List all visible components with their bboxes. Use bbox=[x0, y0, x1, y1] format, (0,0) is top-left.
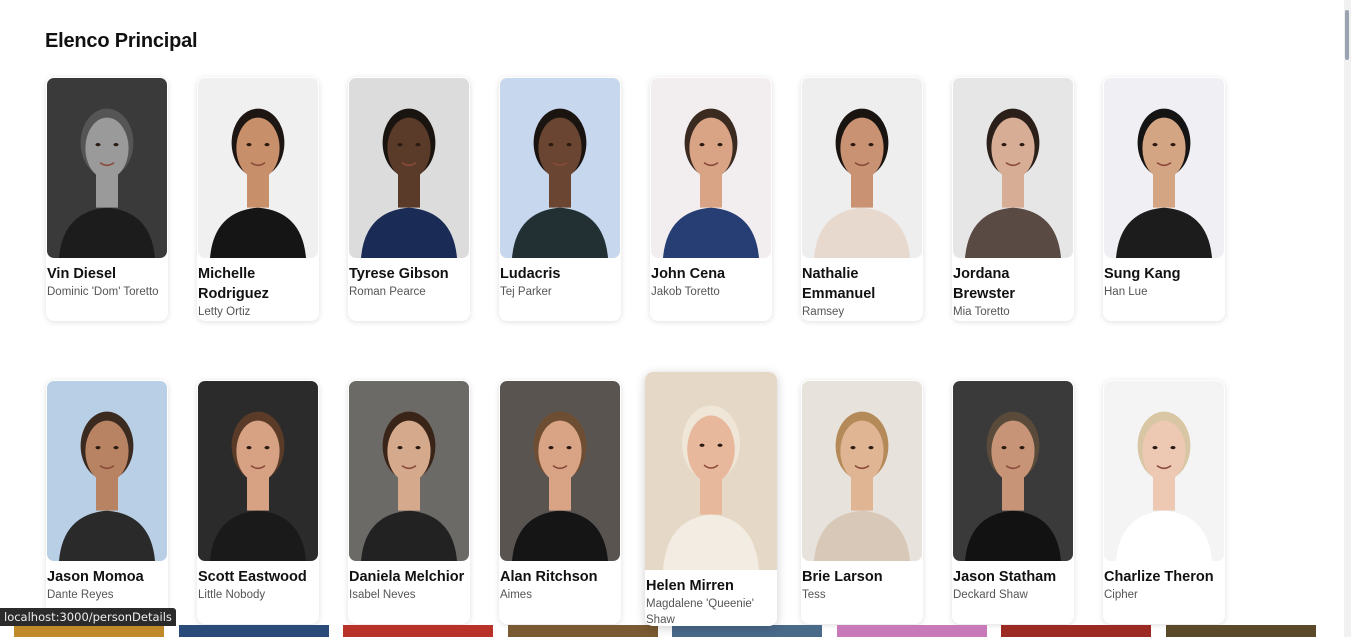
actor-name[interactable]: Daniela Melchior bbox=[348, 561, 470, 587]
cast-photo[interactable] bbox=[1104, 381, 1224, 561]
cast-photo[interactable] bbox=[1104, 78, 1224, 258]
character-name: Deckard Shaw bbox=[953, 589, 1028, 601]
portrait-photo bbox=[198, 78, 318, 258]
character-name: Tess bbox=[802, 589, 826, 601]
cast-card[interactable]: Sung Kang Han Lue bbox=[1103, 77, 1225, 321]
character-name: Mia Toretto bbox=[953, 306, 1010, 318]
portrait-photo bbox=[349, 78, 469, 258]
portrait-photo bbox=[500, 381, 620, 561]
character-name: Han Lue bbox=[1104, 286, 1148, 298]
cast-card[interactable]: Helen Mirren Magdalene 'Queenie' Shaw bbox=[645, 372, 777, 626]
portrait-photo bbox=[1104, 381, 1224, 561]
portrait-photo bbox=[645, 372, 777, 570]
cast-photo[interactable] bbox=[47, 78, 167, 258]
actor-name[interactable]: Nathalie Emmanuel bbox=[801, 258, 923, 304]
actor-name[interactable]: Jason Statham bbox=[952, 561, 1074, 587]
character-name: Isabel Neves bbox=[349, 589, 416, 601]
portrait-photo bbox=[953, 78, 1073, 258]
movie-thumbnail-strip bbox=[0, 625, 1351, 637]
scrollbar-handle[interactable] bbox=[1345, 10, 1349, 60]
status-bar-url: localhost:3000/personDetails bbox=[0, 608, 176, 626]
character-name: Jakob Toretto bbox=[651, 286, 720, 298]
cast-card[interactable]: Scott Eastwood Little Nobody bbox=[197, 380, 319, 624]
cast-card[interactable]: Jason Momoa Dante Reyes bbox=[46, 380, 168, 624]
movie-thumbnail[interactable] bbox=[1001, 625, 1151, 637]
character-name: Letty Ortiz bbox=[198, 306, 251, 318]
character-name: Little Nobody bbox=[198, 589, 266, 601]
movie-thumbnail[interactable] bbox=[507, 625, 658, 637]
movie-thumbnail[interactable] bbox=[672, 625, 822, 637]
section-title: Elenco Principal bbox=[45, 30, 198, 52]
cast-card[interactable]: Daniela Melchior Isabel Neves bbox=[348, 380, 470, 624]
character-name: Tej Parker bbox=[500, 286, 552, 298]
cast-photo[interactable] bbox=[500, 78, 620, 258]
portrait-photo bbox=[47, 381, 167, 561]
portrait-photo bbox=[500, 78, 620, 258]
actor-name[interactable]: Jordana Brewster bbox=[952, 258, 1074, 304]
portrait-photo bbox=[349, 381, 469, 561]
actor-name[interactable]: Tyrese Gibson bbox=[348, 258, 470, 284]
movie-thumbnail[interactable] bbox=[343, 625, 493, 637]
cast-photo[interactable] bbox=[802, 78, 922, 258]
actor-name[interactable]: Ludacris bbox=[499, 258, 621, 284]
cast-photo[interactable] bbox=[349, 381, 469, 561]
cast-card[interactable]: Tyrese Gibson Roman Pearce bbox=[348, 77, 470, 321]
character-name: Cipher bbox=[1104, 589, 1138, 601]
cast-card[interactable]: Jordana Brewster Mia Toretto bbox=[952, 77, 1074, 321]
character-name: Dante Reyes bbox=[47, 589, 114, 601]
cast-card[interactable]: Jason Statham Deckard Shaw bbox=[952, 380, 1074, 624]
cast-photo[interactable] bbox=[651, 78, 771, 258]
actor-name[interactable]: Scott Eastwood bbox=[197, 561, 319, 587]
character-name: Magdalene 'Queenie' Shaw bbox=[646, 598, 754, 626]
actor-name[interactable]: Michelle Rodriguez bbox=[197, 258, 319, 304]
cast-row-2: Jason Momoa Dante Reyes Scott Eastwood L… bbox=[46, 372, 1254, 626]
portrait-photo bbox=[953, 381, 1073, 561]
actor-name[interactable]: Jason Momoa bbox=[46, 561, 168, 587]
cast-photo[interactable] bbox=[500, 381, 620, 561]
character-name: Roman Pearce bbox=[349, 286, 426, 298]
actor-name[interactable]: Sung Kang bbox=[1103, 258, 1225, 284]
actor-name[interactable]: Vin Diesel bbox=[46, 258, 168, 284]
character-name: Dominic 'Dom' Toretto bbox=[47, 286, 159, 298]
movie-thumbnail[interactable] bbox=[178, 625, 329, 637]
cast-row-1: Vin Diesel Dominic 'Dom' Toretto Michell… bbox=[46, 77, 1254, 321]
cast-card[interactable]: Brie Larson Tess bbox=[801, 380, 923, 624]
movie-thumbnail[interactable] bbox=[1165, 625, 1316, 637]
character-name: Ramsey bbox=[802, 306, 845, 318]
portrait-photo bbox=[802, 78, 922, 258]
cast-photo[interactable] bbox=[349, 78, 469, 258]
cast-photo[interactable] bbox=[198, 78, 318, 258]
cast-card[interactable]: Charlize Theron Cipher bbox=[1103, 380, 1225, 624]
portrait-photo bbox=[651, 78, 771, 258]
actor-name[interactable]: Charlize Theron bbox=[1103, 561, 1225, 587]
cast-photo[interactable] bbox=[953, 381, 1073, 561]
portrait-photo bbox=[1104, 78, 1224, 258]
cast-card[interactable]: Nathalie Emmanuel Ramsey bbox=[801, 77, 923, 321]
cast-card[interactable]: Michelle Rodriguez Letty Ortiz bbox=[197, 77, 319, 321]
cast-photo[interactable] bbox=[953, 78, 1073, 258]
portrait-photo bbox=[47, 78, 167, 258]
cast-card[interactable]: John Cena Jakob Toretto bbox=[650, 77, 772, 321]
cast-photo[interactable] bbox=[802, 381, 922, 561]
character-name: Aimes bbox=[500, 589, 532, 601]
movie-thumbnail[interactable] bbox=[14, 625, 164, 637]
actor-name[interactable]: Helen Mirren bbox=[645, 570, 777, 596]
movie-thumbnail[interactable] bbox=[836, 625, 987, 637]
page-scrollbar[interactable] bbox=[1344, 0, 1351, 637]
actor-name[interactable]: John Cena bbox=[650, 258, 772, 284]
actor-name[interactable]: Brie Larson bbox=[801, 561, 923, 587]
page: Elenco Principal Vin Diesel Dominic 'Dom… bbox=[0, 0, 1351, 637]
cast-card[interactable]: Vin Diesel Dominic 'Dom' Toretto bbox=[46, 77, 168, 321]
portrait-photo bbox=[198, 381, 318, 561]
cast-card[interactable]: Ludacris Tej Parker bbox=[499, 77, 621, 321]
cast-card[interactable]: Alan Ritchson Aimes bbox=[499, 380, 621, 624]
cast-photo[interactable] bbox=[47, 381, 167, 561]
actor-name[interactable]: Alan Ritchson bbox=[499, 561, 621, 587]
portrait-photo bbox=[802, 381, 922, 561]
cast-photo[interactable] bbox=[198, 381, 318, 561]
cast-photo[interactable] bbox=[645, 372, 777, 570]
